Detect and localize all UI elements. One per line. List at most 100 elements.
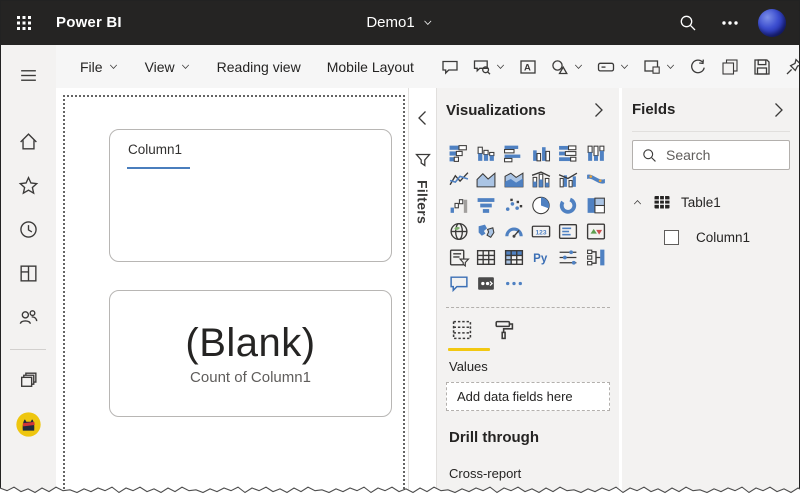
field-format-tabs	[450, 318, 610, 348]
stacked-column-chart-icon	[477, 146, 495, 161]
sidebar-item-home[interactable]	[8, 121, 48, 161]
card-visual[interactable]: (Blank) Count of Column1	[109, 290, 392, 417]
visual-layout-button[interactable]	[636, 53, 682, 81]
visual-type-ribbon-chart[interactable]	[583, 168, 609, 191]
refresh-button[interactable]	[682, 53, 714, 81]
button-control-button[interactable]	[590, 53, 636, 81]
card-caption: Count of Column1	[190, 369, 311, 386]
comment-button[interactable]	[434, 53, 466, 81]
fields-tab-icon	[452, 320, 472, 340]
sidebar-item-workspaces[interactable]	[8, 360, 48, 400]
visual-type-clustered-bar-chart[interactable]	[501, 142, 527, 165]
chevron-right-icon	[775, 102, 783, 117]
key-influencers-icon	[559, 250, 577, 265]
visual-type-stacked-bar-chart[interactable]	[446, 142, 472, 165]
sidebar-item-recent-clock[interactable]	[8, 209, 48, 249]
search-icon	[641, 147, 658, 164]
more-options-button[interactable]	[716, 9, 744, 37]
menu-file[interactable]: File	[70, 54, 129, 80]
values-label: Values	[449, 359, 488, 374]
toolbar-buttons: A	[434, 53, 800, 81]
waffle-menu-button[interactable]	[0, 0, 48, 45]
pin-button[interactable]	[778, 53, 800, 81]
visual-type-decomposition-tree[interactable]	[583, 246, 609, 269]
visualizations-collapse-button[interactable]	[586, 98, 610, 122]
visual-type-filled-map[interactable]	[473, 220, 499, 243]
visual-type-qa-visual[interactable]	[446, 272, 472, 295]
filter-funnel-icon	[414, 153, 431, 167]
visual-type-slicer[interactable]	[446, 246, 472, 269]
area-chart-icon	[476, 172, 496, 188]
visual-type-waterfall-chart[interactable]	[446, 194, 472, 217]
window-border-left	[0, 0, 1, 489]
visual-type-pie-chart[interactable]	[528, 194, 554, 217]
menu-reading-view[interactable]: Reading view	[207, 54, 311, 80]
duplicate-button[interactable]	[714, 53, 746, 81]
visual-type-hundred-stacked-bar-chart[interactable]	[555, 142, 581, 165]
visual-type-python-visual[interactable]: Py	[528, 246, 554, 269]
chevron-down-icon	[181, 64, 189, 69]
drill-through-title: Drill through	[449, 429, 539, 446]
visual-type-scatter-chart[interactable]	[501, 194, 527, 217]
shapes-button[interactable]	[544, 53, 590, 81]
sidebar-item-favorites-star[interactable]	[8, 165, 48, 205]
visual-type-multi-row-card[interactable]	[555, 220, 581, 243]
menu-view[interactable]: View	[135, 54, 201, 80]
account-avatar[interactable]	[758, 8, 786, 37]
sidebar-item-workspace-avatar[interactable]	[8, 404, 48, 444]
visual-type-line-chart[interactable]	[446, 168, 472, 191]
filters-panel-collapsed: Filters	[408, 88, 437, 500]
visual-type-get-more-visuals[interactable]	[501, 272, 527, 295]
fields-search-input[interactable]	[666, 147, 776, 163]
visual-type-clustered-column-chart[interactable]	[528, 142, 554, 165]
clustered-column-chart-icon	[533, 147, 551, 162]
visual-type-card[interactable]: 123	[528, 220, 554, 243]
visual-type-table[interactable]	[473, 246, 499, 269]
sidebar-divider	[10, 349, 46, 350]
sidebar-item-hamburger[interactable]	[8, 55, 48, 95]
visual-type-line-clustered-column-chart[interactable]	[555, 168, 581, 191]
topbar-actions	[674, 8, 800, 37]
workspace-avatar-icon	[15, 411, 41, 437]
clustered-bar-chart-icon	[503, 145, 520, 163]
visual-type-gauge[interactable]	[501, 220, 527, 243]
dataset-dropdown[interactable]: Demo1	[366, 14, 433, 31]
visual-type-kpi[interactable]	[583, 220, 609, 243]
fields-collapse-button[interactable]	[766, 98, 790, 122]
sidebar-item-apps[interactable]	[8, 253, 48, 293]
fields-tab-active[interactable]	[450, 318, 474, 348]
table-row-table1[interactable]: Table1	[632, 192, 790, 212]
save-button[interactable]	[746, 53, 778, 81]
active-tab-underline	[448, 348, 490, 351]
menu-mobile-layout[interactable]: Mobile Layout	[317, 54, 424, 80]
visual-type-hundred-stacked-column-chart[interactable]	[583, 142, 609, 165]
paginated-report-icon	[478, 277, 495, 290]
visual-type-funnel-chart[interactable]	[473, 194, 499, 217]
chevron-up-icon	[633, 199, 642, 204]
line-stacked-column-chart-icon	[531, 171, 551, 188]
visual-type-stacked-column-chart[interactable]	[473, 142, 499, 165]
format-tab[interactable]	[492, 318, 516, 348]
toolbar-menus: File View Reading view Mobile Layout	[70, 54, 424, 80]
bubble-search-button[interactable]	[466, 53, 512, 81]
values-field-well[interactable]: Add data fields here	[446, 382, 610, 411]
filters-expand-button[interactable]	[409, 104, 437, 132]
slicer-visual[interactable]: Column1	[109, 129, 392, 262]
visual-type-stacked-area-chart[interactable]	[501, 168, 527, 191]
visual-type-line-stacked-column-chart[interactable]	[528, 168, 554, 191]
visual-type-key-influencers[interactable]	[555, 246, 581, 269]
sidebar-item-shared-people[interactable]	[8, 297, 48, 337]
ribbon-chart-icon	[586, 174, 605, 184]
visual-type-area-chart[interactable]	[473, 168, 499, 191]
visual-type-matrix[interactable]	[501, 246, 527, 269]
text-box-button[interactable]: A	[512, 53, 544, 81]
search-button[interactable]	[674, 9, 702, 37]
visual-type-map[interactable]	[446, 220, 472, 243]
field-checkbox[interactable]	[664, 230, 679, 245]
visual-type-treemap[interactable]	[583, 194, 609, 217]
visual-type-donut-chart[interactable]	[555, 194, 581, 217]
map-icon	[450, 222, 468, 241]
report-page[interactable]: Column1 (Blank) Count of Column1	[63, 95, 405, 500]
visual-type-paginated-report[interactable]	[473, 272, 499, 295]
chevron-down-icon	[424, 20, 432, 25]
